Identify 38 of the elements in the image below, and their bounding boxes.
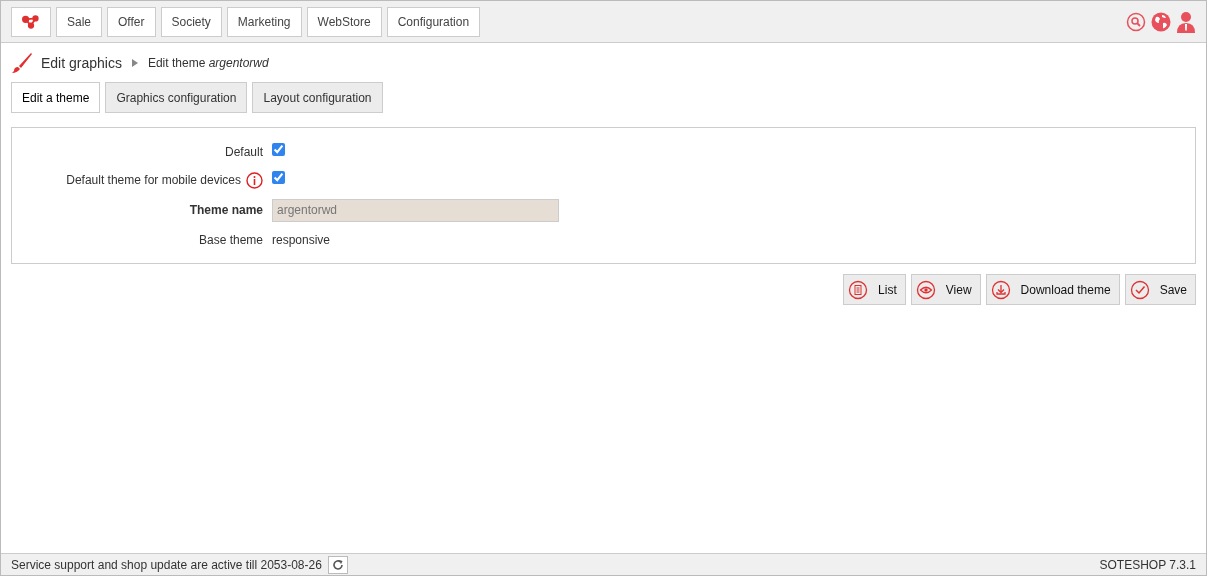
check-icon (1129, 279, 1150, 300)
menu-button[interactable]: Sale (56, 6, 103, 37)
document-icon (848, 279, 869, 300)
menu-button[interactable]: WebStore (306, 6, 382, 37)
tab[interactable]: Graphics configuration (105, 82, 248, 113)
save-button[interactable]: Save (1124, 274, 1196, 305)
field-value: responsive (272, 233, 331, 247)
breadcrumb-current: Edit theme argentorwd (147, 56, 269, 70)
view-button[interactable]: View (910, 274, 981, 305)
home-button[interactable] (11, 6, 51, 37)
field-label: Default (224, 145, 263, 159)
page-title: Edit graphics (41, 55, 122, 71)
list-button[interactable]: List (843, 274, 906, 305)
field-label: Default theme for mobile devices (66, 173, 241, 187)
status-message: Service support and shop update are active till 2053-08-26 (11, 557, 322, 572)
menu-button[interactable]: Configuration (386, 6, 481, 37)
breadcrumb-arrow-icon (131, 59, 138, 67)
globe-icon[interactable] (1151, 11, 1171, 32)
user-icon[interactable] (1176, 10, 1196, 33)
download-button[interactable]: Download theme (985, 274, 1120, 305)
info-icon[interactable] (246, 171, 263, 189)
search-icon[interactable] (1126, 11, 1146, 32)
brush-icon (11, 52, 33, 74)
eye-icon (915, 279, 936, 300)
refresh-icon (331, 558, 344, 571)
refresh-button[interactable] (327, 555, 348, 574)
menu-button[interactable]: Marketing (226, 6, 302, 37)
checkbox[interactable] (272, 170, 285, 184)
tab[interactable]: Edit a theme (11, 82, 101, 113)
field-label: Base theme (198, 233, 263, 247)
menu-button[interactable]: Offer (107, 6, 156, 37)
network-icon (22, 13, 40, 30)
field-label: Theme name (189, 203, 263, 217)
checkbox[interactable] (272, 142, 285, 156)
version-label: SOTESHOP 7.3.1 (1099, 557, 1196, 572)
menu-button[interactable]: Society (160, 6, 222, 37)
download-icon (990, 279, 1011, 300)
tab[interactable]: Layout configuration (252, 82, 383, 113)
